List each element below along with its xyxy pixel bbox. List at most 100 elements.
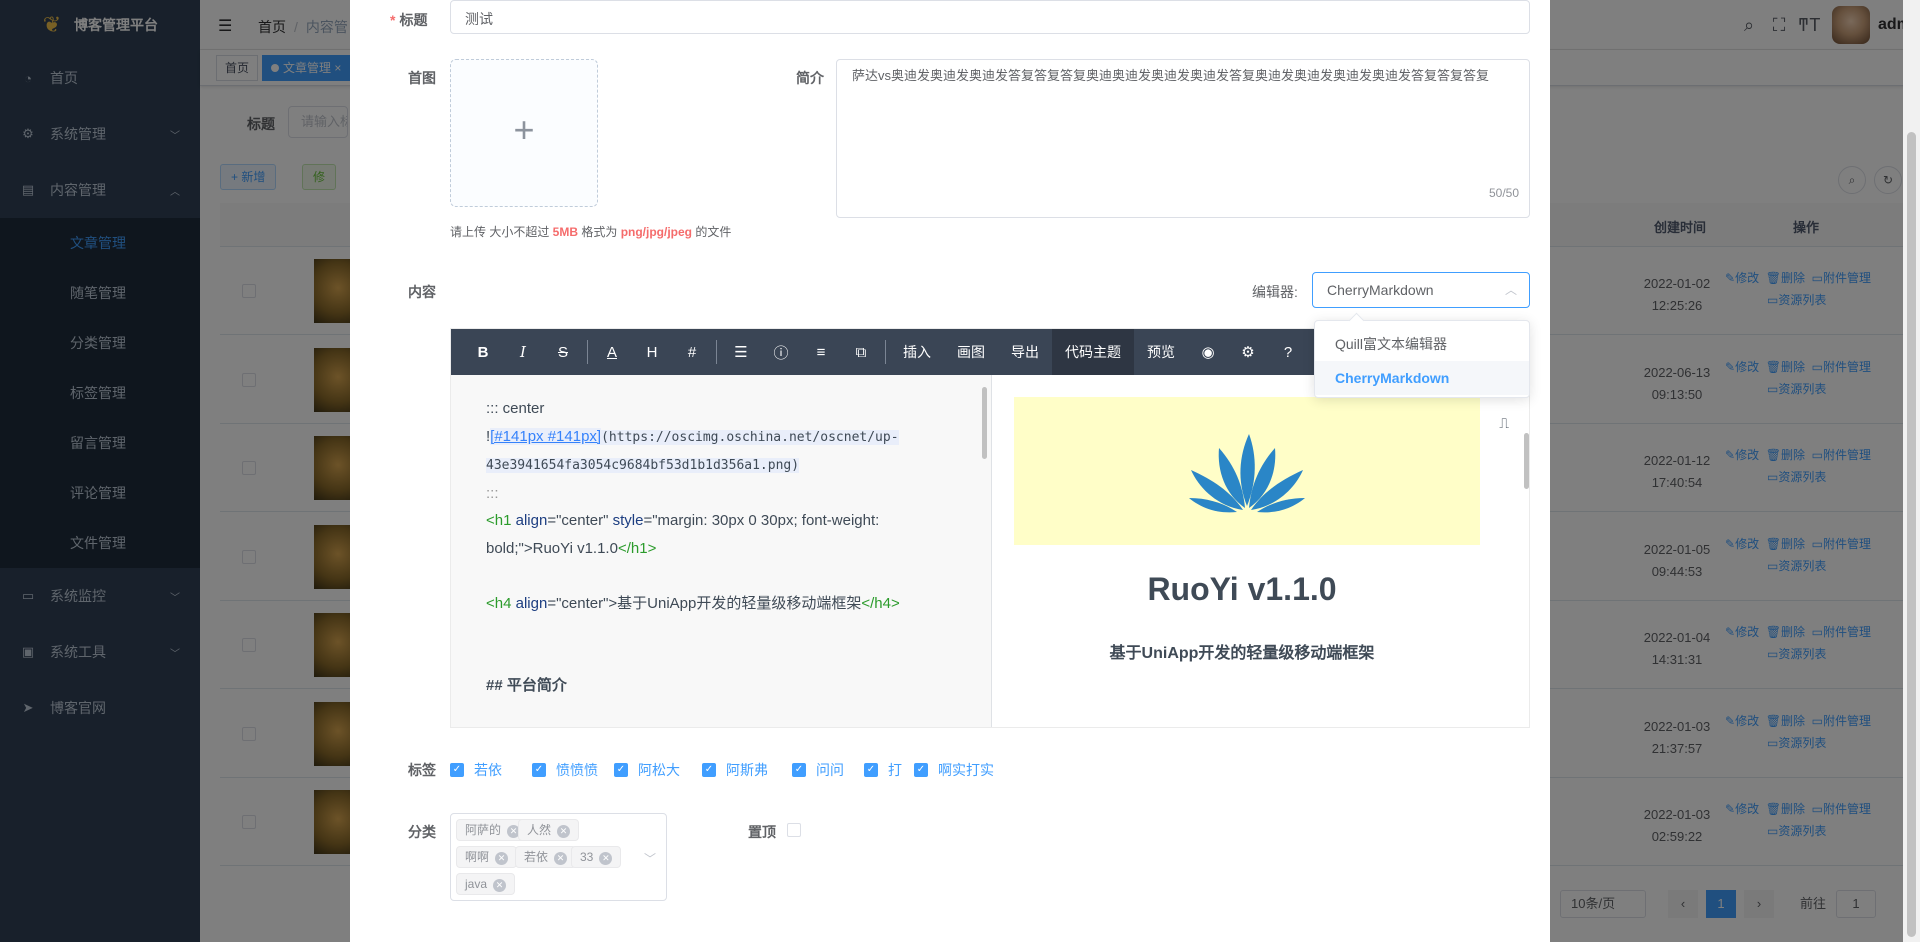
check-icon: ✓ bbox=[532, 763, 546, 777]
category-chip: 33 ✕ bbox=[571, 846, 622, 868]
code-token: [#141px #141px] bbox=[490, 427, 602, 445]
heading-icon[interactable]: H bbox=[632, 344, 672, 361]
tag-checkbox[interactable]: ✓ 啊实打实 bbox=[914, 760, 994, 780]
tag-checkbox[interactable]: ✓ 问问 bbox=[792, 760, 844, 780]
help-icon[interactable]: ? bbox=[1268, 344, 1308, 361]
close-icon[interactable]: ✕ bbox=[599, 852, 613, 865]
preview-scrollbar[interactable] bbox=[1524, 433, 1529, 489]
code-token: 43e3941654fa3054c9684bf53d1b1d356a1.png) bbox=[486, 458, 800, 473]
hash-icon[interactable]: # bbox=[672, 344, 712, 361]
tag-checkbox-label: 愤愤愤 bbox=[556, 762, 598, 778]
toolbar-divider bbox=[716, 340, 717, 364]
code-token: (https://oscimg.oschina.net/oscnet/up- bbox=[601, 429, 899, 445]
code-line: <h4 align="center">基于UniApp开发的轻量级移动端框架</… bbox=[486, 590, 956, 618]
code-token: style bbox=[608, 512, 644, 529]
lotus-logo-icon bbox=[1189, 434, 1305, 513]
summary-textarea[interactable]: 萨达vs奥迪发奥迪发奥迪发答复答复答复奥迪奥迪发奥迪发奥迪发答复奥迪发奥迪发奥迪… bbox=[836, 59, 1530, 218]
editor-select[interactable]: CherryMarkdown ︿ bbox=[1312, 272, 1530, 308]
bold-icon[interactable]: B bbox=[463, 344, 503, 361]
source-scrollbar[interactable] bbox=[982, 387, 987, 459]
code-line: ::: bbox=[486, 484, 499, 502]
check-icon: ✓ bbox=[702, 763, 716, 777]
code-line: ![#141px #141px](https://oscimg.oschina.… bbox=[486, 423, 956, 452]
code-line: ## 平台简介 bbox=[486, 677, 567, 694]
font-color-icon[interactable]: A bbox=[592, 344, 632, 361]
category-chip-label: java bbox=[465, 877, 488, 891]
upload-tip-mid: 格式为 bbox=[578, 225, 621, 239]
info-icon[interactable]: ⓘ bbox=[761, 342, 801, 363]
strikethrough-icon[interactable]: S bbox=[543, 344, 583, 361]
check-icon: ✓ bbox=[792, 763, 806, 777]
close-icon[interactable]: ✕ bbox=[493, 879, 507, 892]
preview-heading: RuoYi v1.1.0 bbox=[1147, 571, 1337, 607]
toolbar-code-theme[interactable]: 代码主题 bbox=[1052, 329, 1134, 375]
markdown-source[interactable]: ::: center ![#141px #141px](https://osci… bbox=[451, 375, 991, 727]
editor-option-quill[interactable]: Quill富文本编辑器 bbox=[1315, 327, 1529, 361]
editor-dropdown: Quill富文本编辑器 CherryMarkdown bbox=[1314, 320, 1530, 398]
page-scrollbar-thumb[interactable] bbox=[1907, 132, 1916, 937]
toolbar-divider bbox=[885, 340, 886, 364]
preview-subheading: 基于UniApp开发的轻量级移动端框架 bbox=[1109, 645, 1375, 662]
ruoyi-logo-image bbox=[1014, 397, 1480, 545]
category-chip: 人然 ✕ bbox=[518, 819, 580, 841]
app-root: ❦ 博客管理平台 ◔ 首页 ⚙ 系统管理 ﹀ ▤ 内容管理 ︿ 文章管理 随笔管… bbox=[0, 0, 1920, 942]
upload-tip-suffix: 的文件 bbox=[692, 225, 732, 239]
category-chip: 若依 ✕ bbox=[515, 846, 577, 868]
tag-checkbox[interactable]: ✓ 阿斯弗 bbox=[702, 760, 768, 780]
tag-checkbox[interactable]: ✓ 阿松大 bbox=[614, 760, 680, 780]
toolbar-draw[interactable]: 画图 bbox=[944, 329, 998, 375]
chevron-up-icon: ︿ bbox=[1504, 283, 1517, 297]
tag-checkbox-label: 若依 bbox=[474, 762, 502, 778]
page-scrollbar[interactable] bbox=[1903, 0, 1920, 942]
tag-checkbox[interactable]: ✓ 打 bbox=[864, 760, 902, 780]
code-token: </h1> bbox=[617, 539, 657, 557]
editor-label: 编辑器: bbox=[1252, 284, 1298, 300]
pin-top-label: 置顶 bbox=[748, 824, 776, 840]
toolbar-export[interactable]: 导出 bbox=[998, 329, 1052, 375]
editor-select-value: CherryMarkdown bbox=[1327, 282, 1434, 298]
close-icon[interactable]: ✕ bbox=[557, 825, 571, 838]
category-multiselect[interactable]: 阿萨的 ✕ 人然 ✕ 啊啊 ✕ 若依 ✕ 33 ✕ java ✕ ﹀ bbox=[450, 813, 667, 901]
upload-size: 5MB bbox=[552, 225, 579, 239]
tag-checkbox-label: 啊实打实 bbox=[938, 762, 994, 778]
eye-icon[interactable]: ◉ bbox=[1188, 343, 1228, 361]
list-icon[interactable]: ☰ bbox=[721, 343, 761, 361]
summary-text: 萨达vs奥迪发奥迪发奥迪发答复答复答复奥迪奥迪发奥迪发奥迪发答复奥迪发奥迪发奥迪… bbox=[852, 68, 1490, 83]
upload-tip-prefix: 请上传 大小不超过 bbox=[450, 225, 553, 239]
pin-top-checkbox[interactable] bbox=[787, 823, 801, 837]
code-token: ="center">基于UniApp开发的轻量级移动端框架 bbox=[547, 594, 862, 612]
tag-checkbox[interactable]: ✓ 若依 bbox=[450, 760, 502, 780]
editor-option-cherry[interactable]: CherryMarkdown bbox=[1315, 361, 1529, 395]
code-line: <h1 align="center" style="margin: 30px 0… bbox=[486, 507, 956, 535]
flowchart-icon[interactable]: ⧉ bbox=[841, 344, 881, 361]
tag-checkbox-label: 打 bbox=[888, 762, 902, 778]
check-icon: ✓ bbox=[450, 763, 464, 777]
tag-checkbox[interactable]: ✓ 愤愤愤 bbox=[532, 760, 598, 780]
content-label: 内容 bbox=[408, 284, 436, 300]
code-token: align bbox=[511, 512, 548, 529]
cover-upload[interactable]: + bbox=[450, 59, 598, 207]
close-icon[interactable]: ✕ bbox=[495, 852, 509, 865]
italic-icon[interactable]: I bbox=[503, 343, 543, 361]
upload-formats: png/jpg/jpeg bbox=[620, 225, 693, 239]
settings-icon[interactable]: ⚙ bbox=[1228, 343, 1268, 361]
title-input[interactable]: 测试 bbox=[450, 0, 1530, 34]
toc-toggle-icon[interactable]: ⎍ bbox=[1499, 415, 1509, 432]
code-token: <h4 bbox=[486, 594, 512, 612]
summary-label: 简介 bbox=[796, 70, 824, 86]
markdown-preview: RuoYi v1.1.0 基于UniApp开发的轻量级移动端框架 ⎍ bbox=[991, 375, 1529, 727]
close-icon[interactable]: ✕ bbox=[554, 852, 568, 865]
toolbar-preview[interactable]: 预览 bbox=[1134, 329, 1188, 375]
title-label-text: 标题 bbox=[399, 12, 428, 28]
tag-checkbox-label: 阿斯弗 bbox=[726, 762, 768, 778]
category-chip-label: 阿萨的 bbox=[465, 823, 502, 837]
align-icon[interactable]: ≡ bbox=[801, 344, 841, 361]
code-line: ::: center bbox=[486, 400, 545, 417]
code-token: ="center" bbox=[547, 512, 609, 529]
toolbar-insert[interactable]: 插入 bbox=[890, 329, 944, 375]
chevron-down-icon: ﹀ bbox=[643, 852, 656, 866]
cover-label: 首图 bbox=[408, 70, 436, 86]
